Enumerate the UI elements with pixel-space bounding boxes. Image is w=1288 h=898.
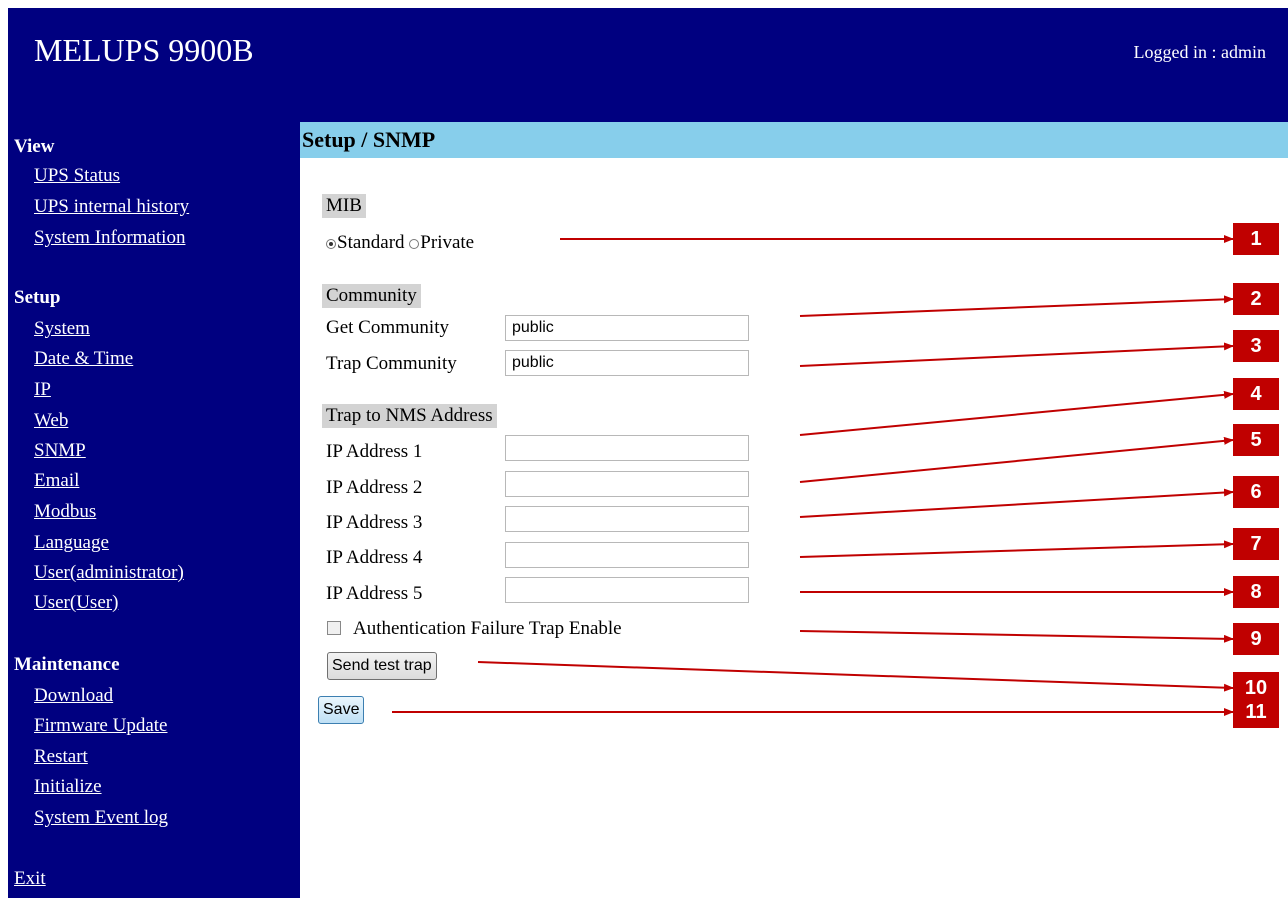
callout-arrow-7 (799, 540, 1234, 558)
callout-arrow-3 (799, 342, 1234, 367)
callout-badge-3: 3 (1233, 330, 1279, 362)
callout-arrow-10 (477, 661, 1234, 692)
callout-arrow-5 (799, 436, 1234, 483)
callout-arrow-9 (799, 630, 1234, 643)
callout-badge-11: 11 (1233, 696, 1279, 728)
callout-arrow-2 (799, 295, 1234, 317)
callout-arrow-4 (799, 390, 1234, 436)
callout-arrows (392, 235, 1234, 716)
callout-badge-2: 2 (1233, 283, 1279, 315)
callout-badge-8: 8 (1233, 576, 1279, 608)
callout-badge-6: 6 (1233, 476, 1279, 508)
callout-badge-4: 4 (1233, 378, 1279, 410)
callout-badge-9: 9 (1233, 623, 1279, 655)
callout-badge-5: 5 (1233, 424, 1279, 456)
callout-badge-7: 7 (1233, 528, 1279, 560)
callout-badge-1: 1 (1233, 223, 1279, 255)
callout-arrow-6 (799, 488, 1234, 518)
